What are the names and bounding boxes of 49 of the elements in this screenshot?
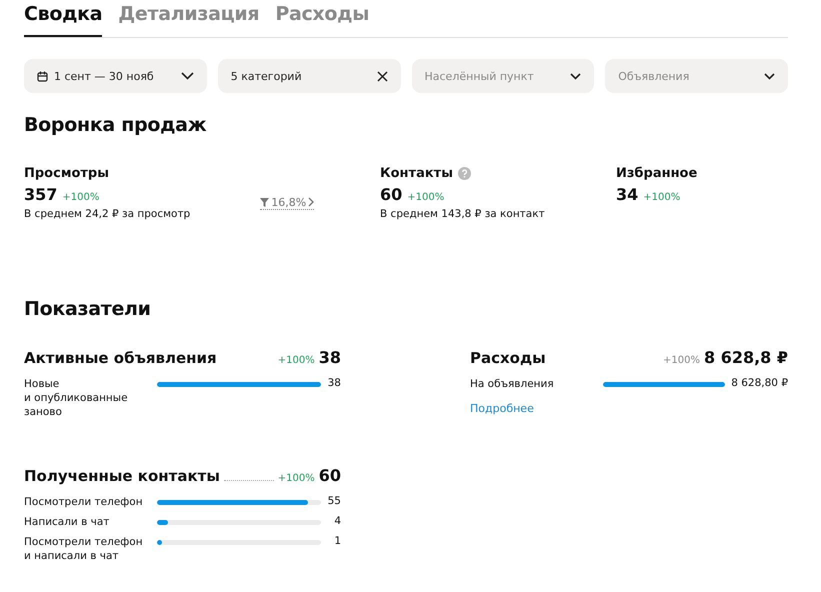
metric-label: Контакты — [380, 166, 453, 181]
change-percent: +100% — [278, 355, 315, 366]
chevron-down-icon — [764, 72, 775, 80]
change-percent: +100% — [278, 472, 315, 484]
chevron-right-icon — [308, 197, 314, 207]
conversion-link[interactable]: 16,8% — [260, 195, 314, 210]
panel-total: 60 — [318, 466, 341, 485]
close-icon[interactable] — [376, 70, 388, 82]
calendar-icon — [37, 70, 48, 82]
row-value: 55 — [327, 494, 341, 507]
panel-title: Полученные контакты — [24, 466, 220, 485]
panel-title: Активные объявления — [24, 349, 217, 367]
filter-icon — [260, 198, 270, 206]
panel-total: 38 — [318, 348, 341, 367]
panel-title: Расходы — [470, 349, 546, 367]
tab[interactable]: Сводка — [24, 0, 102, 37]
row-value: 8 628,80 ₽ — [731, 377, 788, 389]
row-label: Новые и опубликованные заново — [24, 377, 129, 420]
metric-note: В среднем 24,2 ₽ за просмотр — [24, 208, 190, 220]
metric-note: В среднем 143,8 ₽ за контакт — [380, 208, 545, 220]
filter-dropdown[interactable]: 5 категорий — [218, 59, 400, 93]
change-percent: +100% — [62, 192, 100, 203]
panel-total: 8 628,8 ₽ — [704, 348, 788, 367]
change-percent: +100% — [407, 192, 444, 203]
metric-label: Избранное — [616, 166, 698, 181]
row-value: 1 — [333, 534, 341, 547]
filter-dropdown[interactable]: Населённый пункт — [412, 59, 594, 93]
section-title: Показатели — [24, 298, 152, 320]
section-title: Воронка продаж — [24, 114, 208, 136]
row-value: 4 — [333, 514, 341, 527]
filter-dropdown[interactable]: Объявления — [605, 59, 788, 93]
row-value: 38 — [327, 377, 341, 389]
change-percent: +100% — [643, 192, 680, 203]
tab[interactable]: Детализация — [118, 0, 260, 34]
tab[interactable]: Расходы — [275, 0, 370, 34]
metric-value: 60 — [380, 185, 402, 204]
row-label: На объявления — [470, 377, 555, 392]
metric-value: 34 — [616, 185, 638, 204]
chevron-down-icon — [180, 72, 194, 80]
metric-value: 357 — [24, 185, 58, 204]
metric-label: Просмотры — [24, 166, 109, 181]
filter-dropdown[interactable]: 1 сент — 30 нояб — [24, 59, 207, 93]
dotted-leader — [224, 480, 274, 481]
chevron-down-icon — [570, 72, 582, 80]
change-percent: +100% — [663, 355, 700, 366]
details-link[interactable]: Подробнее — [470, 402, 534, 416]
row-label: Написали в чат — [24, 514, 110, 529]
row-label: Посмотрели телефон — [24, 494, 144, 509]
row-label: Посмотрели телефон и написали в чат — [24, 534, 144, 564]
